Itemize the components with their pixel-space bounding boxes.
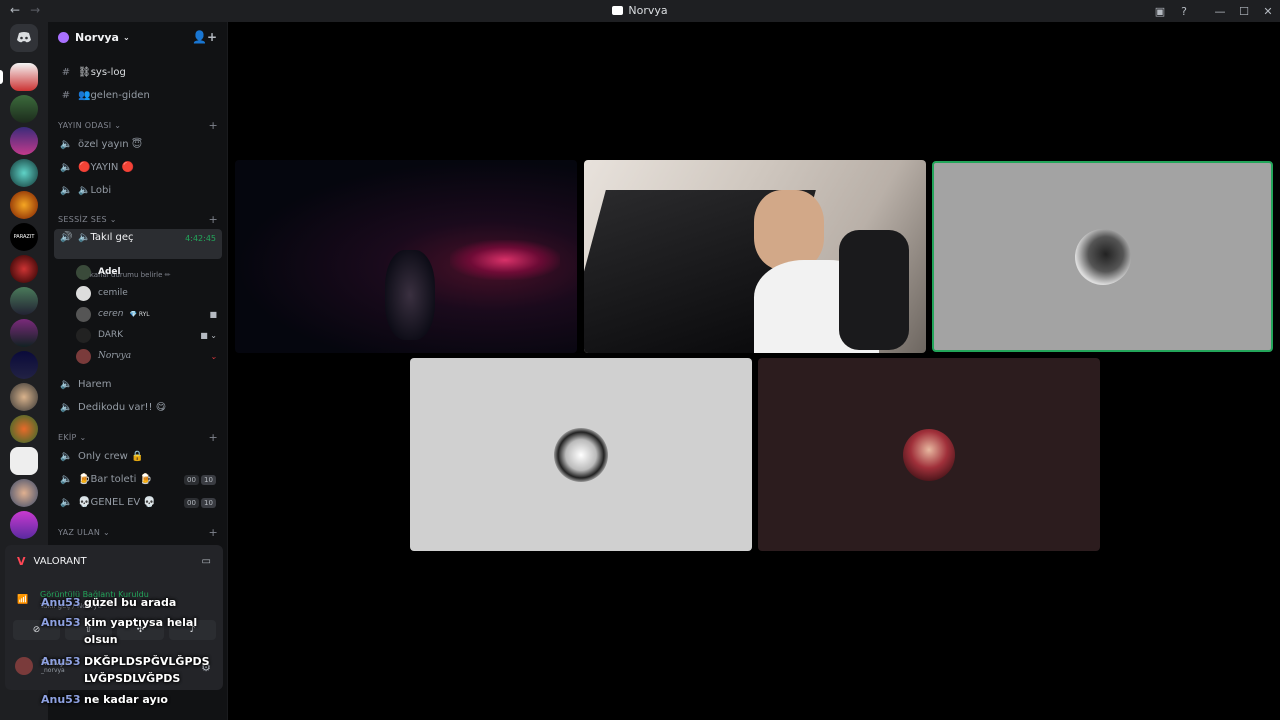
speaker-icon: 🔈 xyxy=(60,161,73,173)
discord-logo-icon xyxy=(612,6,624,15)
call-timer: 4:42:45 xyxy=(185,234,216,243)
camera-icon: ■ xyxy=(209,309,217,319)
server-icon-parazit[interactable]: PARAZIT xyxy=(10,223,38,251)
home-button[interactable] xyxy=(10,24,38,52)
avatar xyxy=(554,427,608,482)
add-channel-icon[interactable]: + xyxy=(208,431,218,444)
window-controls: ▣ ? — ☐ ✕ xyxy=(1148,0,1280,22)
speaker-icon: 🔈 xyxy=(60,138,73,150)
server-badge-icon xyxy=(58,31,69,43)
add-channel-icon[interactable]: + xyxy=(208,213,218,226)
chevron-down-icon: ⌄ xyxy=(122,32,130,42)
overlay-message: Anu53 ne kadar ayıo xyxy=(41,693,168,706)
selected-server-pill xyxy=(0,70,3,84)
signal-icon[interactable]: 📶 xyxy=(17,595,28,605)
video-tile-avatar-speaking[interactable] xyxy=(932,161,1273,352)
voice-channel[interactable]: 🔈 🔴YAYIN 🔴 xyxy=(54,157,222,177)
voice-user[interactable]: DARK ■ ⌄ xyxy=(76,325,221,345)
valorant-icon: V xyxy=(17,555,26,568)
server-icon-5[interactable] xyxy=(10,191,38,219)
server-icon-13[interactable] xyxy=(10,447,38,475)
server-icon-12[interactable] xyxy=(10,415,38,443)
inbox-icon[interactable]: ▣ xyxy=(1148,5,1172,18)
hash-icon: # xyxy=(61,89,71,101)
category-yayin-odasi[interactable]: YAYIN ODASI ⌄ + xyxy=(58,119,218,132)
server-icon-14[interactable] xyxy=(10,479,38,507)
invite-people-icon[interactable]: 👤+ xyxy=(192,30,217,44)
speaker-icon: 🔈 xyxy=(60,496,73,508)
voice-user[interactable]: Norvya ⌄ xyxy=(76,346,221,366)
server-icon-15[interactable] xyxy=(10,511,38,539)
voice-channel[interactable]: 🔈 🔈Lobi xyxy=(54,180,222,200)
server-icon-10[interactable] xyxy=(10,351,38,379)
video-feed xyxy=(450,240,560,280)
video-feed xyxy=(385,250,435,340)
discord-icon xyxy=(17,32,31,43)
voice-user[interactable]: ceren 💎 RYL ■ xyxy=(76,304,221,324)
speaker-icon: 🔈 xyxy=(60,184,73,196)
voice-channel[interactable]: 🔈 Dedikodu var!! 😋 xyxy=(54,397,222,417)
voice-channel[interactable]: 🔈 Harem xyxy=(54,374,222,394)
category-ekip[interactable]: EKİP ⌄ + xyxy=(58,431,218,444)
avatar xyxy=(76,264,91,280)
voice-channel-active[interactable]: 🔊 🔈Takıl geç 4:42:45 xyxy=(54,229,222,259)
user-count-badge: 00 xyxy=(184,475,199,485)
server-icon-11[interactable] xyxy=(10,383,38,411)
video-tile-stream[interactable] xyxy=(235,160,577,353)
close-icon[interactable]: ✕ xyxy=(1256,5,1280,18)
speaker-icon: 🔈 xyxy=(60,450,73,462)
avatar xyxy=(15,657,33,675)
speaker-icon: 🔈 xyxy=(60,378,73,390)
overlay-message: Anu53 DKĞPLDSPĞVLĞPDS LVĞPSDLVĞPDS xyxy=(41,655,210,685)
voice-channel[interactable]: 🔈 özel yayın 😇 xyxy=(54,134,222,154)
user-tag: 💎 RYL xyxy=(129,310,150,318)
game-activity: V VALORANT xyxy=(17,555,87,568)
avatar xyxy=(76,327,91,343)
server-icon-9[interactable] xyxy=(10,319,38,347)
minimize-icon[interactable]: — xyxy=(1208,5,1232,18)
speaker-icon: 🔈 xyxy=(60,401,73,413)
avatar xyxy=(76,306,91,322)
user-limit-badge: 10 xyxy=(201,475,216,485)
avatar xyxy=(76,285,91,301)
share-screen-icon[interactable]: ▭ xyxy=(202,556,211,567)
user-count-badge: 00 xyxy=(184,498,199,508)
speaker-icon: 🔊 xyxy=(60,232,73,243)
video-feed xyxy=(839,230,909,350)
server-icon-3[interactable] xyxy=(10,127,38,155)
overlay-message: Anu53 kim yaptıysa helal olsun xyxy=(41,616,198,646)
user-limit-badge: 10 xyxy=(201,498,216,508)
server-icon-4[interactable] xyxy=(10,159,38,187)
category-yaz-ulan[interactable]: YAZ ULAN ⌄ + xyxy=(58,526,218,539)
video-tile-avatar[interactable] xyxy=(758,358,1100,551)
voice-channel[interactable]: 🔈 Only crew 🔒 xyxy=(54,446,222,466)
add-channel-icon[interactable]: + xyxy=(208,119,218,132)
category-sessiz-ses[interactable]: SESSİZ SES ⌄ + xyxy=(58,213,218,226)
title-bar: ← → Norvya ▣ ? — ☐ ✕ xyxy=(0,0,1280,22)
stream-icon: ⌄ xyxy=(210,351,217,361)
avatar xyxy=(903,428,955,481)
camera-icon: ■ ⌄ xyxy=(200,330,217,340)
help-icon[interactable]: ? xyxy=(1172,5,1196,18)
voice-user[interactable]: Adel xyxy=(76,262,221,282)
hash-icon: # xyxy=(61,66,71,78)
server-icon-8[interactable] xyxy=(10,287,38,315)
overlay-message: Anu53 güzel bu arada xyxy=(41,596,177,609)
video-tile-avatar[interactable] xyxy=(410,358,752,551)
speaker-icon: 🔈 xyxy=(60,473,73,485)
voice-user[interactable]: cemile xyxy=(76,283,221,303)
add-channel-icon[interactable]: + xyxy=(208,526,218,539)
server-icon-2[interactable] xyxy=(10,95,38,123)
server-header[interactable]: Norvya ⌄ 👤+ xyxy=(48,22,227,52)
avatar xyxy=(1074,228,1131,285)
channel-gelen-giden[interactable]: # 👥gelen-giden xyxy=(54,85,222,105)
channel-sys-log[interactable]: # ⛓sys-log xyxy=(54,62,222,82)
video-feed xyxy=(754,190,824,270)
avatar xyxy=(76,348,91,364)
window-title: Norvya xyxy=(0,4,1280,17)
maximize-icon[interactable]: ☐ xyxy=(1232,5,1256,18)
server-icon-7[interactable] xyxy=(10,255,38,283)
server-icon-norvya[interactable] xyxy=(10,63,38,91)
video-tile-camera[interactable] xyxy=(584,160,926,353)
